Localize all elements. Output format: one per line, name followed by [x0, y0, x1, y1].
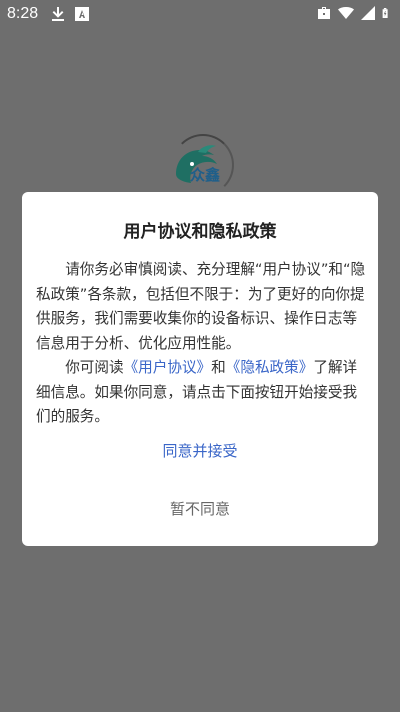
user-agreement-link[interactable]: 《用户协议》 — [124, 359, 212, 376]
privacy-policy-link[interactable]: 《隐私政策》 — [226, 359, 314, 376]
app-logo: 众鑫 — [168, 134, 238, 198]
p2-and: 和 — [211, 359, 226, 376]
app-logo-text: 众鑫 — [190, 166, 221, 184]
dialog-title: 用户协议和隐私政策 — [123, 222, 277, 242]
dialog-body: 请你务必审慎阅读、充分理解“用户协议”和“隐私政策”各条款，包括但不限于：为了更… — [36, 258, 366, 430]
briefcase-icon — [318, 7, 330, 19]
dialog-paragraph-2: 你可阅读《用户协议》和《隐私政策》了解详细信息。如果你同意，请点击下面按钮开始接… — [36, 356, 366, 430]
wifi-icon — [338, 7, 354, 19]
p2-prefix: 你可阅读 — [65, 359, 124, 376]
status-bar: 8:28 — [0, 0, 400, 28]
battery-icon — [382, 8, 388, 18]
status-time: 8:28 — [7, 5, 39, 22]
privacy-dialog: 用户协议和隐私政策 请你务必审慎阅读、充分理解“用户协议”和“隐私政策”各条款，… — [22, 192, 378, 546]
accept-button[interactable]: 同意并接受 — [22, 440, 378, 461]
download-icon — [52, 7, 64, 21]
dialog-paragraph-1: 请你务必审慎阅读、充分理解“用户协议”和“隐私政策”各条款，包括但不限于：为了更… — [36, 261, 366, 352]
signal-icon — [361, 6, 375, 20]
decline-button[interactable]: 暂不同意 — [22, 498, 378, 519]
font-a-icon — [75, 7, 89, 21]
